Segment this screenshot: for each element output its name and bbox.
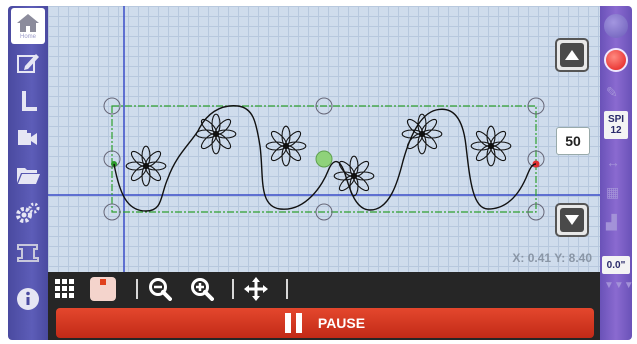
flower-motif xyxy=(125,145,167,187)
home-icon xyxy=(17,13,39,32)
record-button[interactable] xyxy=(604,48,628,72)
coordinate-readout: X: 0.41 Y: 8.40 xyxy=(512,251,592,265)
toolbar-separator xyxy=(232,279,234,299)
bottom-toolbar xyxy=(48,272,600,306)
toolbar-separator xyxy=(136,279,138,299)
quilt-pattern-drawing xyxy=(48,6,600,272)
info-icon xyxy=(17,288,39,310)
quilting-app: Home 50 X: 0.41 Y: 8.40 ✎ SPI 12 ↔ ▦ ▟ 0… xyxy=(0,0,637,344)
faint-stairs-icon: ▟ xyxy=(606,214,617,230)
speed-value[interactable]: 50 xyxy=(556,127,590,155)
home-label: Home xyxy=(19,33,36,40)
scroll-down-button[interactable] xyxy=(555,203,589,237)
camera-icon xyxy=(18,130,37,145)
spi-value: 12 xyxy=(610,125,622,136)
spi-label: SPI xyxy=(607,114,625,125)
zoom-in-icon xyxy=(191,278,214,301)
camera-button[interactable] xyxy=(12,122,44,152)
needle-position-icon xyxy=(90,277,116,301)
rotate-handle[interactable] xyxy=(315,150,333,168)
design-canvas[interactable]: 50 X: 0.41 Y: 8.40 xyxy=(48,6,600,272)
triangle-up-icon xyxy=(565,50,579,60)
grid-icon xyxy=(55,279,74,298)
pause-bar: PAUSE xyxy=(48,306,600,340)
ruler-icon xyxy=(22,91,37,111)
info-button[interactable] xyxy=(12,284,44,314)
settings-icon xyxy=(16,202,40,223)
ruler-button[interactable] xyxy=(12,86,44,116)
spi-badge[interactable]: SPI 12 xyxy=(604,111,628,139)
folder-icon xyxy=(17,168,40,184)
move-icon xyxy=(244,277,268,301)
home-button[interactable]: Home xyxy=(11,8,45,44)
settings-button[interactable] xyxy=(12,198,44,228)
flower-motif xyxy=(470,125,512,167)
needle-position-button[interactable] xyxy=(88,276,118,302)
flower-motif xyxy=(195,113,237,155)
edit-icon xyxy=(17,54,39,73)
faint-needle-icon: ✎ xyxy=(606,84,618,100)
angle-value[interactable]: 0.0" xyxy=(602,256,630,274)
sewing-machine-button[interactable] xyxy=(12,238,44,268)
scroll-up-button[interactable] xyxy=(555,38,589,72)
flower-motif xyxy=(333,155,375,197)
faint-grid-icon: ▦ xyxy=(606,184,620,200)
pause-icon xyxy=(284,313,302,333)
triangle-down-icon xyxy=(565,215,579,225)
edit-button[interactable] xyxy=(12,48,44,78)
right-sidebar: ✎ SPI 12 ↔ ▦ ▟ 0.0" ▼▼▼ xyxy=(600,6,634,340)
left-sidebar: Home xyxy=(8,6,48,340)
flower-motif xyxy=(265,125,307,167)
move-button[interactable] xyxy=(242,276,270,302)
faint-stretch-icon: ↔ xyxy=(606,154,620,170)
folder-button[interactable] xyxy=(12,160,44,190)
zoom-out-icon xyxy=(149,278,172,301)
sewing-machine-icon xyxy=(17,244,39,262)
grid-button[interactable] xyxy=(52,276,78,302)
faint-triangles-icon: ▼▼▼ xyxy=(604,280,634,291)
pause-label: PAUSE xyxy=(317,315,366,331)
pause-button[interactable]: PAUSE xyxy=(56,308,594,338)
zoom-in-button[interactable] xyxy=(188,276,216,302)
zoom-out-button[interactable] xyxy=(146,276,174,302)
toolbar-separator xyxy=(286,279,288,299)
status-light xyxy=(604,14,628,38)
